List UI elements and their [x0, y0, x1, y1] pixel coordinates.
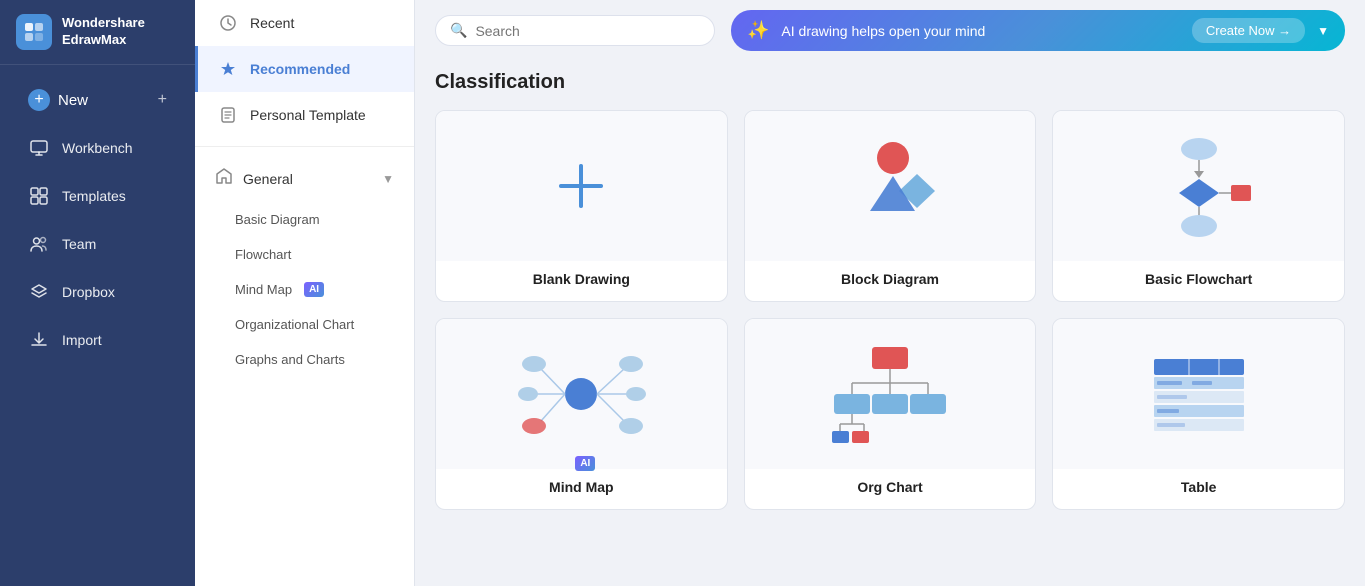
team-label: Team: [62, 236, 96, 252]
top-bar: 🔍 ✨ AI drawing helps open your mind Crea…: [415, 0, 1365, 61]
ai-banner[interactable]: ✨ AI drawing helps open your mind Create…: [731, 10, 1345, 51]
card-label-table: Table: [1053, 469, 1344, 509]
card-visual-blank: [436, 111, 727, 261]
ai-badge-mind-map: AI: [304, 282, 324, 297]
sub-item-org-chart[interactable]: Organizational Chart: [195, 307, 414, 342]
ai-banner-text: AI drawing helps open your mind: [781, 23, 1179, 39]
sidebar: Wondershare EdrawMax + New + Workbench: [0, 0, 195, 586]
team-icon: [28, 233, 50, 255]
mind-map-label: Mind Map: [235, 282, 292, 297]
card-basic-flowchart[interactable]: Basic Flowchart: [1052, 110, 1345, 302]
card-label-blank-drawing: Blank Drawing: [436, 261, 727, 301]
recommended-icon: [218, 60, 238, 78]
workbench-icon: [28, 137, 50, 159]
card-blank-drawing[interactable]: Blank Drawing: [435, 110, 728, 302]
app-title: Wondershare EdrawMax: [62, 15, 145, 49]
org-chart-label: Organizational Chart: [235, 317, 354, 332]
card-visual-flowchart: [1053, 111, 1344, 261]
templates-icon: [28, 185, 50, 207]
middle-item-personal-template[interactable]: Personal Template: [195, 92, 414, 138]
create-now-button[interactable]: Create Now →: [1192, 18, 1305, 43]
recent-label: Recent: [250, 15, 294, 31]
banner-chevron-icon: ▼: [1317, 24, 1329, 38]
app-logo: Wondershare EdrawMax: [0, 0, 195, 65]
sidebar-nav: + New + Workbench: [0, 65, 195, 375]
chevron-down-icon: ▼: [382, 172, 394, 186]
import-label: Import: [62, 332, 102, 348]
search-icon: 🔍: [450, 22, 467, 39]
search-input[interactable]: [475, 23, 700, 39]
middle-panel: Recent Recommended Personal Template Gen…: [195, 0, 415, 586]
new-extra-plus-icon: +: [158, 91, 167, 109]
card-org-chart[interactable]: Org Chart: [744, 318, 1037, 510]
personal-template-icon: [218, 106, 238, 124]
card-visual-table: [1053, 319, 1344, 469]
sidebar-new-label: New: [58, 92, 88, 109]
dropbox-icon: [28, 281, 50, 303]
section-header-general[interactable]: General ▼: [195, 155, 414, 202]
sub-item-mind-map[interactable]: Mind Map AI: [195, 272, 414, 307]
personal-template-label: Personal Template: [250, 107, 366, 123]
ai-badge-card-mindmap: AI: [575, 456, 595, 471]
sidebar-item-import[interactable]: Import: [8, 317, 187, 363]
sub-item-flowchart[interactable]: Flowchart: [195, 237, 414, 272]
templates-label: Templates: [62, 188, 126, 204]
card-label-org-chart: Org Chart: [745, 469, 1036, 509]
graphs-charts-label: Graphs and Charts: [235, 352, 345, 367]
card-visual-block: [745, 111, 1036, 261]
sidebar-item-team[interactable]: Team: [8, 221, 187, 267]
sidebar-item-templates[interactable]: Templates: [8, 173, 187, 219]
sidebar-item-dropbox[interactable]: Dropbox: [8, 269, 187, 315]
card-label-basic-flowchart: Basic Flowchart: [1053, 261, 1344, 301]
card-label-mind-map: Mind Map: [436, 469, 727, 509]
general-icon: [215, 167, 233, 190]
middle-item-recommended[interactable]: Recommended: [195, 46, 414, 92]
card-visual-orgchart: [745, 319, 1036, 469]
flowchart-label: Flowchart: [235, 247, 291, 262]
card-block-diagram[interactable]: Block Diagram: [744, 110, 1037, 302]
import-icon: [28, 329, 50, 351]
card-table[interactable]: Table: [1052, 318, 1345, 510]
card-visual-mindmap: [436, 319, 727, 469]
main-content: 🔍 ✨ AI drawing helps open your mind Crea…: [415, 0, 1365, 586]
search-box[interactable]: 🔍: [435, 15, 715, 46]
content-area: Classification Blank Drawing: [415, 61, 1365, 586]
logo-icon: [16, 14, 52, 50]
section-title: Classification: [435, 71, 1345, 94]
card-label-block-diagram: Block Diagram: [745, 261, 1036, 301]
general-section-label: General: [243, 171, 372, 187]
middle-item-recent[interactable]: Recent: [195, 0, 414, 46]
workbench-label: Workbench: [62, 140, 133, 156]
new-plus-icon: +: [28, 89, 50, 111]
recommended-label: Recommended: [250, 61, 350, 77]
recent-icon: [218, 14, 238, 32]
cards-grid: Blank Drawing Block Diagram: [435, 110, 1345, 510]
card-mind-map[interactable]: Mind Map AI: [435, 318, 728, 510]
ai-sparkle-icon: ✨: [747, 20, 769, 41]
dropbox-label: Dropbox: [62, 284, 115, 300]
sidebar-item-workbench[interactable]: Workbench: [8, 125, 187, 171]
sidebar-item-new[interactable]: + New +: [8, 77, 187, 123]
divider: [195, 146, 414, 147]
basic-diagram-label: Basic Diagram: [235, 212, 320, 227]
sub-item-basic-diagram[interactable]: Basic Diagram: [195, 202, 414, 237]
sub-item-graphs-charts[interactable]: Graphs and Charts: [195, 342, 414, 377]
